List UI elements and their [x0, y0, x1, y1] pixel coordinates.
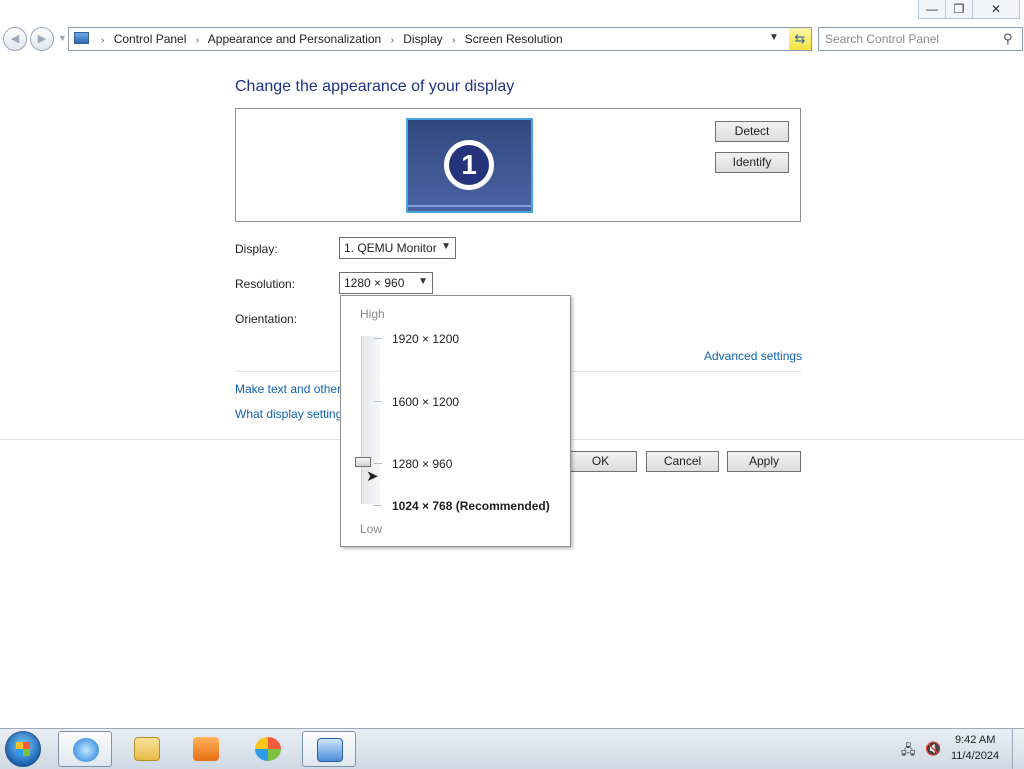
resolution-option-1920x1200[interactable]: 1920 × 1200 — [392, 332, 459, 346]
breadcrumb: › Control Panel › Appearance and Persona… — [95, 32, 563, 46]
breadcrumb-separator-icon[interactable]: › — [196, 35, 199, 46]
refresh-button[interactable]: ⇆ — [789, 28, 811, 50]
back-button[interactable]: ◀ — [3, 27, 27, 51]
minimize-button[interactable]: — — [918, 0, 946, 19]
search-input[interactable]: Search Control Panel — [818, 27, 1023, 51]
slider-tick — [374, 338, 382, 339]
resolution-option-1600x1200[interactable]: 1600 × 1200 — [392, 395, 459, 409]
control-panel-icon — [74, 32, 89, 44]
page-title: Change the appearance of your display — [235, 78, 515, 95]
navigation-bar: ◀ ▶ ▼ › Control Panel › Appearance and P… — [0, 24, 1024, 54]
monitor-arrangement-panel: 1 Detect Identify — [235, 108, 801, 222]
chevron-down-icon: ▼ — [769, 32, 779, 43]
breadcrumb-screen-resolution[interactable]: Screen Resolution — [465, 32, 563, 46]
chevron-down-icon: ▼ — [441, 241, 451, 252]
forward-button[interactable]: ▶ — [30, 27, 54, 51]
cancel-button[interactable]: Cancel — [646, 451, 719, 472]
apply-button[interactable]: Apply — [727, 451, 801, 472]
taskbar-internet-explorer[interactable] — [58, 731, 112, 767]
breadcrumb-separator-icon[interactable]: › — [391, 35, 394, 46]
clock-time[interactable]: 9:42 AM — [955, 734, 995, 746]
title-bar: — ❐ ✕ — [0, 0, 1024, 20]
display-label: Display: — [235, 242, 278, 256]
breadcrumb-control-panel[interactable]: Control Panel — [114, 32, 187, 46]
ok-button[interactable]: OK — [564, 451, 637, 472]
folder-icon — [134, 737, 160, 761]
media-player-icon — [193, 737, 219, 761]
chevron-down-icon: ▼ — [418, 276, 428, 287]
taskbar-media-player[interactable] — [179, 731, 233, 767]
taskbar-windows-media-center[interactable] — [241, 731, 295, 767]
taskbar-control-panel[interactable] — [302, 731, 356, 767]
display-settings-help-link[interactable]: What display setting — [235, 407, 342, 421]
chevron-down-icon: ▼ — [58, 33, 67, 43]
slider-tick — [374, 505, 382, 506]
detect-button[interactable]: Detect — [715, 121, 789, 142]
address-history-dropdown[interactable]: ▼ — [769, 32, 779, 43]
resolution-option-1280x960[interactable]: 1280 × 960 — [392, 457, 452, 471]
slider-low-label: Low — [360, 522, 383, 536]
refresh-icon: ⇆ — [794, 31, 806, 46]
control-panel-icon — [317, 738, 343, 762]
resolution-dropdown-popup: High 1920 × 1200 1600 × 1200 1280 × 960 … — [340, 295, 571, 547]
clock-date[interactable]: 11/4/2024 — [951, 750, 999, 762]
resolution-label: Resolution: — [235, 277, 296, 291]
show-desktop-button[interactable] — [1012, 729, 1024, 769]
resolution-select-value: 1280 × 960 — [344, 276, 405, 290]
slider-high-label: High — [360, 307, 385, 321]
address-bar[interactable]: › Control Panel › Appearance and Persona… — [68, 27, 812, 51]
recent-pages-dropdown[interactable]: ▼ — [58, 33, 67, 43]
system-tray: 🖧 🔇 — [880, 729, 1024, 769]
internet-explorer-icon — [73, 738, 99, 762]
monitor-tile[interactable]: 1 — [406, 118, 533, 213]
breadcrumb-appearance[interactable]: Appearance and Personalization — [208, 32, 381, 46]
display-select-value: 1. QEMU Monitor — [344, 241, 437, 255]
breadcrumb-display[interactable]: Display — [403, 32, 442, 46]
taskbar-file-explorer[interactable] — [120, 731, 174, 767]
resolution-select[interactable]: 1280 × 960 ▼ — [339, 272, 433, 294]
breadcrumb-separator-icon[interactable]: › — [452, 35, 455, 46]
orientation-label: Orientation: — [235, 312, 298, 326]
text-size-link[interactable]: Make text and other — [235, 382, 341, 396]
breadcrumb-separator-icon[interactable]: › — [101, 35, 104, 46]
maximize-button[interactable]: ❐ — [945, 0, 973, 19]
mouse-cursor-icon: ➤ — [366, 468, 379, 485]
resolution-slider-thumb[interactable] — [355, 457, 371, 467]
display-select[interactable]: 1. QEMU Monitor ▼ — [339, 237, 456, 259]
slider-tick — [374, 401, 382, 402]
monitor-number: 1 — [449, 145, 489, 185]
identify-button[interactable]: Identify — [715, 152, 789, 173]
volume-muted-icon[interactable]: 🔇 — [925, 741, 941, 757]
arrow-right-icon: ▶ — [37, 33, 47, 45]
taskbar: 🖧 🔇 9:42 AM 11/4/2024 — [0, 728, 1024, 769]
advanced-settings-link[interactable]: Advanced settings — [704, 349, 802, 363]
arrow-left-icon: ◀ — [10, 33, 20, 45]
close-button[interactable]: ✕ — [972, 0, 1020, 19]
search-icon[interactable]: ⚲ — [1003, 31, 1013, 47]
slider-tick — [374, 463, 382, 464]
network-icon[interactable]: 🖧 — [901, 741, 917, 757]
start-button[interactable] — [5, 731, 41, 767]
windows-media-center-icon — [255, 737, 281, 761]
monitor-number-badge: 1 — [444, 140, 494, 190]
resolution-option-1024x768[interactable]: 1024 × 768 (Recommended) — [392, 499, 550, 513]
